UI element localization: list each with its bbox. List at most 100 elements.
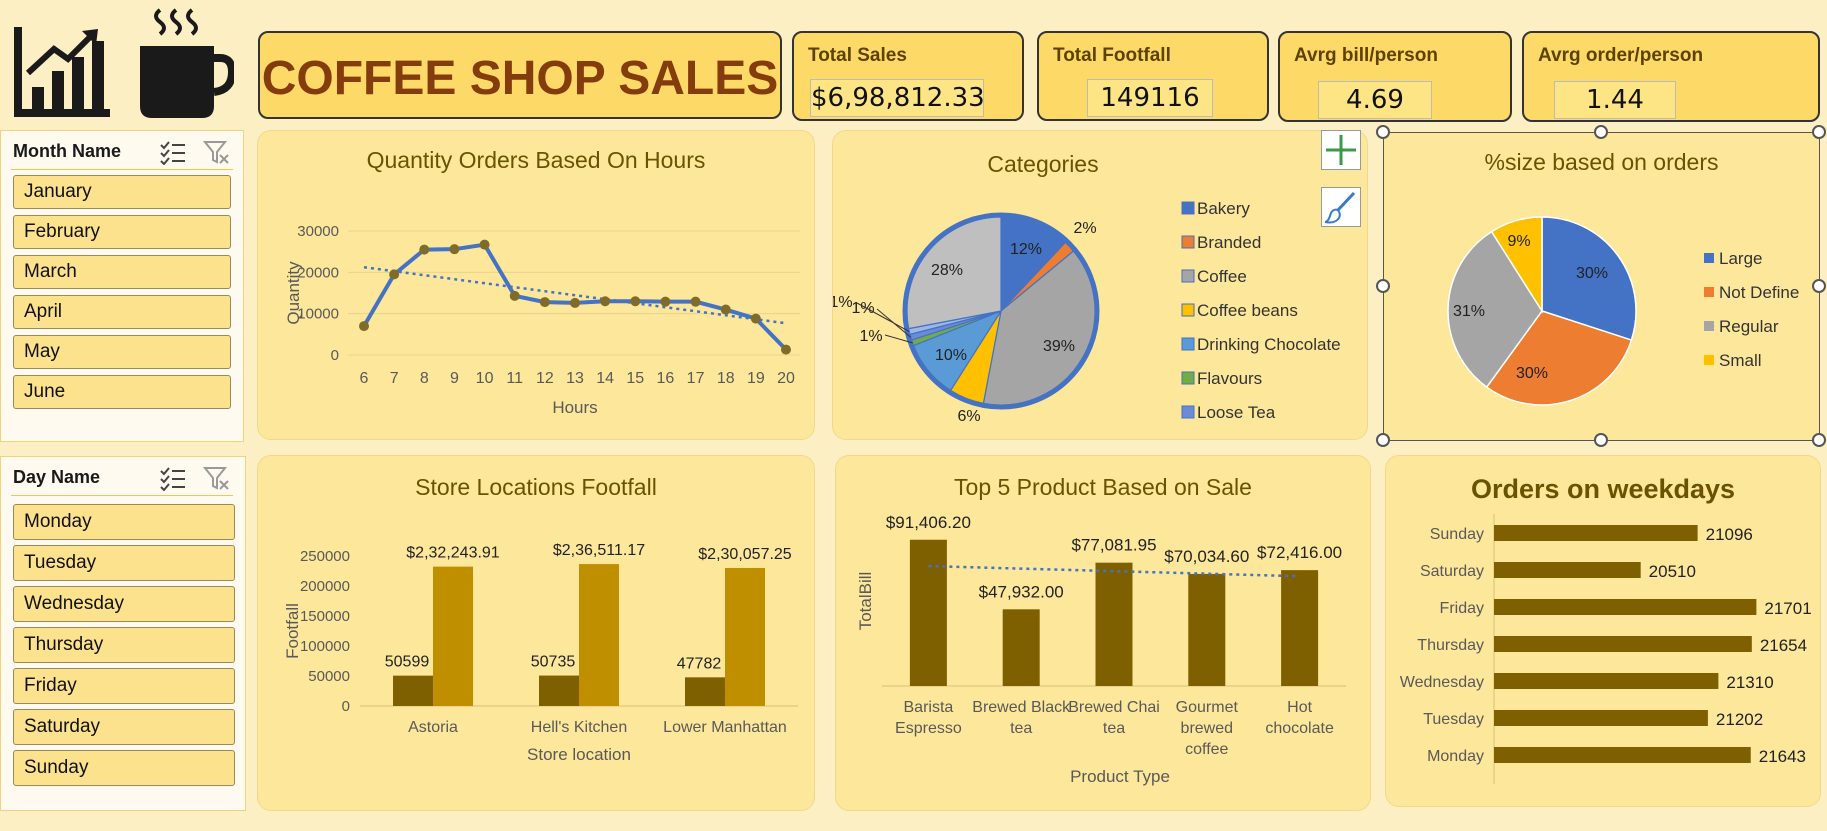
day-item-friday[interactable]: Friday <box>13 668 235 704</box>
y-tick-label: 0 <box>331 347 339 364</box>
bar <box>1002 609 1040 686</box>
data-point <box>359 321 369 332</box>
chart-elements-button[interactable] <box>1321 130 1361 170</box>
selection-handles[interactable] <box>1375 124 1827 450</box>
y-axis-title: Footfall <box>283 603 302 659</box>
legend-label: Coffee <box>1197 267 1247 286</box>
y-tick-label: 30000 <box>297 223 339 240</box>
y-tick-label: Tuesday <box>1423 711 1484 728</box>
multi-select-icon[interactable] <box>159 139 187 165</box>
data-label: $70,034.60 <box>1164 547 1249 566</box>
legend-label: Coffee beans <box>1197 301 1298 320</box>
x-tick-label: Brewed Black <box>972 699 1071 716</box>
hours-line-chart: 0 10000 20000 30000 6 7 8 9 10 11 12 13 14 15 16 17 18 19… <box>284 223 800 417</box>
legend-label: Branded <box>1197 233 1261 252</box>
legend-swatch <box>1181 405 1195 419</box>
x-tick-label: 17 <box>687 370 705 387</box>
data-label: $91,406.20 <box>886 513 971 532</box>
day-item-wednesday[interactable]: Wednesday <box>13 586 235 622</box>
data-label: $2,36,511.17 <box>553 542 645 559</box>
legend-swatch <box>1181 337 1195 351</box>
month-item-april[interactable]: April <box>13 295 231 329</box>
x-tick-label: 9 <box>450 370 459 387</box>
x-tick-label: 7 <box>390 370 399 387</box>
legend-label: Flavours <box>1197 369 1262 388</box>
slicer-divider <box>11 169 233 170</box>
multi-select-icon[interactable] <box>159 465 187 491</box>
data-point <box>660 296 671 307</box>
kpi-avg-order: Avrg order/person 1.44 <box>1522 31 1820 122</box>
bar <box>685 677 725 706</box>
categories-pie-chart: 12%2%39%6%10%1%1%1%28%BakeryBrandedCoffe… <box>833 199 1341 425</box>
legend-swatch <box>1181 303 1195 317</box>
chart-styles-brush-icon <box>1324 191 1356 224</box>
month-item-january[interactable]: January <box>13 175 231 209</box>
bar <box>579 564 619 706</box>
y-tick-label: 20000 <box>297 264 339 281</box>
data-label: 1% <box>833 294 853 311</box>
kpi-value: 4.69 <box>1318 81 1432 119</box>
day-item-tuesday[interactable]: Tuesday <box>13 545 235 581</box>
day-item-sunday[interactable]: Sunday <box>13 750 235 786</box>
day-item-monday[interactable]: Monday <box>13 504 235 540</box>
weekdays-chart-card[interactable]: Orders on weekdays Sunday 21096 Saturday 20… <box>1385 455 1821 807</box>
x-tick-label: 16 <box>657 370 675 387</box>
bar <box>1494 673 1719 689</box>
x-tick-label: brewed <box>1181 720 1233 737</box>
bar <box>1494 562 1641 578</box>
kpi-avg-bill: Avrg bill/person 4.69 <box>1278 31 1512 122</box>
kpi-value: 1.44 <box>1554 81 1676 119</box>
data-label: $72,416.00 <box>1257 543 1342 562</box>
products-chart-card[interactable]: Top 5 Product Based on Sale $91,406.20 Ba… <box>835 455 1371 811</box>
slicer-divider <box>11 495 233 496</box>
categories-chart-card[interactable]: Categories 12% 2% 39% 6% 10% 1% 1% 1% 28% Bakery B… <box>832 130 1368 440</box>
y-tick-label: 50000 <box>308 668 350 685</box>
month-item-march[interactable]: March <box>13 255 231 289</box>
clear-filter-icon[interactable] <box>203 139 231 165</box>
hours-chart-card[interactable]: Quantity Orders Based On Hours 0 10000 200… <box>257 130 815 440</box>
data-label: 47782 <box>677 655 722 672</box>
weekdays-bar-chart: Sunday 21096 Saturday 20510 Friday 21701 Thurs… <box>1400 514 1812 784</box>
data-point <box>781 344 791 355</box>
data-label: 50599 <box>385 654 430 671</box>
legend-swatch <box>1181 235 1195 249</box>
data-point <box>389 269 400 280</box>
stores-chart-card[interactable]: Store Locations Footfall 0 50000 100000 150… <box>257 455 815 811</box>
month-item-june[interactable]: June <box>13 375 231 409</box>
y-tick-label: Monday <box>1427 748 1484 765</box>
month-item-may[interactable]: May <box>13 335 231 369</box>
dashboard-title-box: COFFEE SHOP SALES <box>258 31 782 119</box>
y-tick-label: Sunday <box>1430 526 1484 543</box>
data-label: $77,081.95 <box>1071 536 1156 555</box>
chart-styles-button[interactable] <box>1321 187 1361 227</box>
data-label: 21654 <box>1760 636 1807 655</box>
y-tick-label: 10000 <box>297 306 339 323</box>
data-label: 21202 <box>1716 710 1763 729</box>
products-bar-chart: $91,406.20 Barista Espresso $47,932.00 Brewe… <box>856 513 1346 786</box>
day-item-saturday[interactable]: Saturday <box>13 709 235 745</box>
series-line <box>362 242 788 352</box>
data-label: 20510 <box>1649 562 1696 581</box>
x-tick-label: coffee <box>1185 741 1228 758</box>
x-tick-label: tea <box>1103 720 1125 737</box>
month-item-february[interactable]: February <box>13 215 231 249</box>
x-tick-label: 12 <box>536 370 554 387</box>
y-tick-label: 250000 <box>300 548 350 565</box>
data-label: $2,30,057.25 <box>698 546 792 563</box>
day-slicer: Day Name Monday Tuesday Wednesday Thursd… <box>0 456 246 811</box>
coffee-cup-icon <box>140 8 234 118</box>
bar <box>1494 747 1751 763</box>
data-point <box>600 296 611 307</box>
y-tick-label: 0 <box>342 698 350 715</box>
day-item-thursday[interactable]: Thursday <box>13 627 235 663</box>
x-tick-label: 11 <box>506 370 523 387</box>
x-tick-label: chocolate <box>1265 720 1334 737</box>
clear-filter-icon[interactable] <box>203 465 231 491</box>
x-tick-label: 20 <box>777 370 795 387</box>
bar <box>433 566 473 706</box>
slicer-title: Month Name <box>13 141 121 161</box>
bar <box>1494 710 1708 726</box>
x-tick-label: 14 <box>596 370 614 387</box>
y-axis-title: Quantity <box>284 261 303 325</box>
x-axis-title: Store location <box>527 745 631 764</box>
